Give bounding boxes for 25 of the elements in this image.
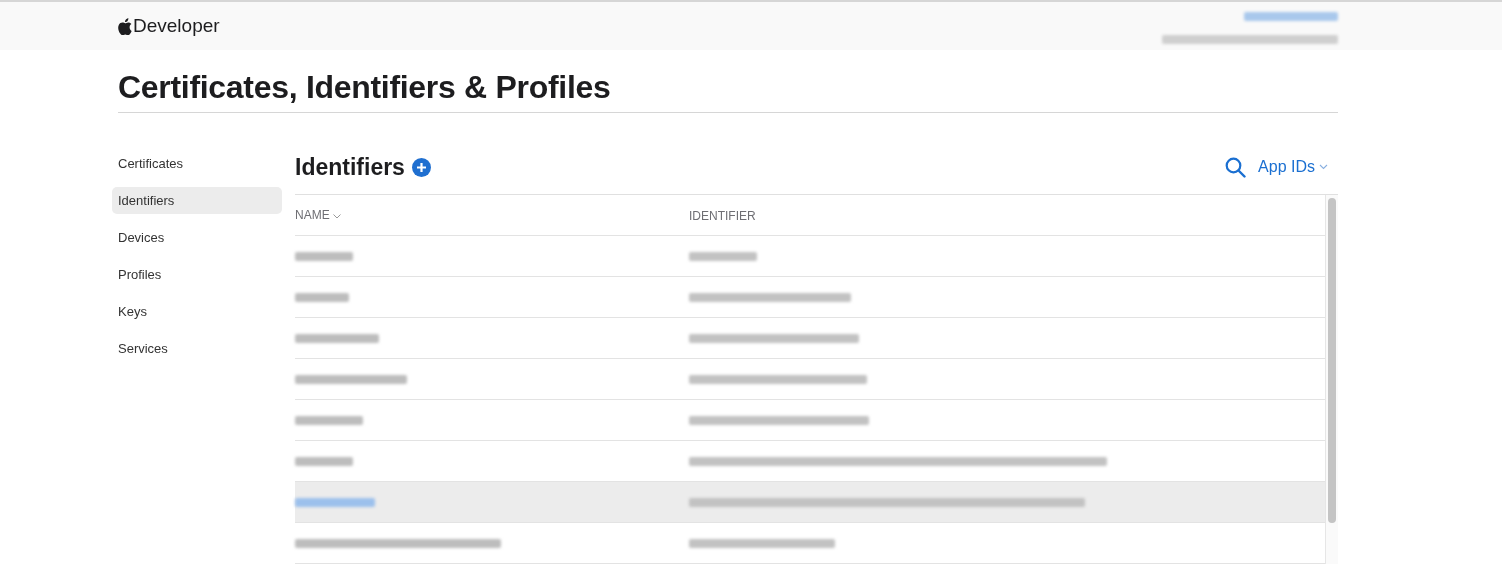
- apple-logo-icon: [118, 17, 132, 35]
- sidebar-item[interactable]: Identifiers: [112, 187, 282, 214]
- table-row[interactable]: [295, 482, 1325, 523]
- search-icon[interactable]: [1225, 156, 1247, 178]
- sidebar-item[interactable]: Services: [112, 335, 282, 362]
- filter-dropdown[interactable]: App IDs: [1258, 158, 1328, 176]
- page-title: Certificates, Identifiers & Profiles: [118, 69, 611, 105]
- scrollbar-thumb[interactable]: [1328, 198, 1336, 523]
- sidebar-item[interactable]: Certificates: [112, 150, 282, 177]
- column-header[interactable]: NAME: [295, 208, 341, 222]
- section-title: Identifiers: [295, 153, 405, 181]
- column-header[interactable]: IDENTIFIER: [689, 209, 756, 223]
- logo-text[interactable]: Developer: [133, 15, 220, 37]
- redacted-text: [295, 251, 353, 261]
- add-icon[interactable]: [411, 157, 431, 177]
- redacted-text: [689, 251, 757, 261]
- redacted-text[interactable]: [1244, 12, 1338, 21]
- sidebar-item[interactable]: Keys: [112, 298, 282, 325]
- sidebar-item[interactable]: Profiles: [112, 261, 282, 288]
- sidebar-item[interactable]: Devices: [112, 224, 282, 251]
- sort-icon[interactable]: [333, 214, 341, 219]
- chevron-down-icon[interactable]: [1319, 164, 1328, 170]
- redacted-text: [295, 456, 353, 466]
- redacted-text: [295, 292, 349, 302]
- redacted-text: [295, 415, 363, 425]
